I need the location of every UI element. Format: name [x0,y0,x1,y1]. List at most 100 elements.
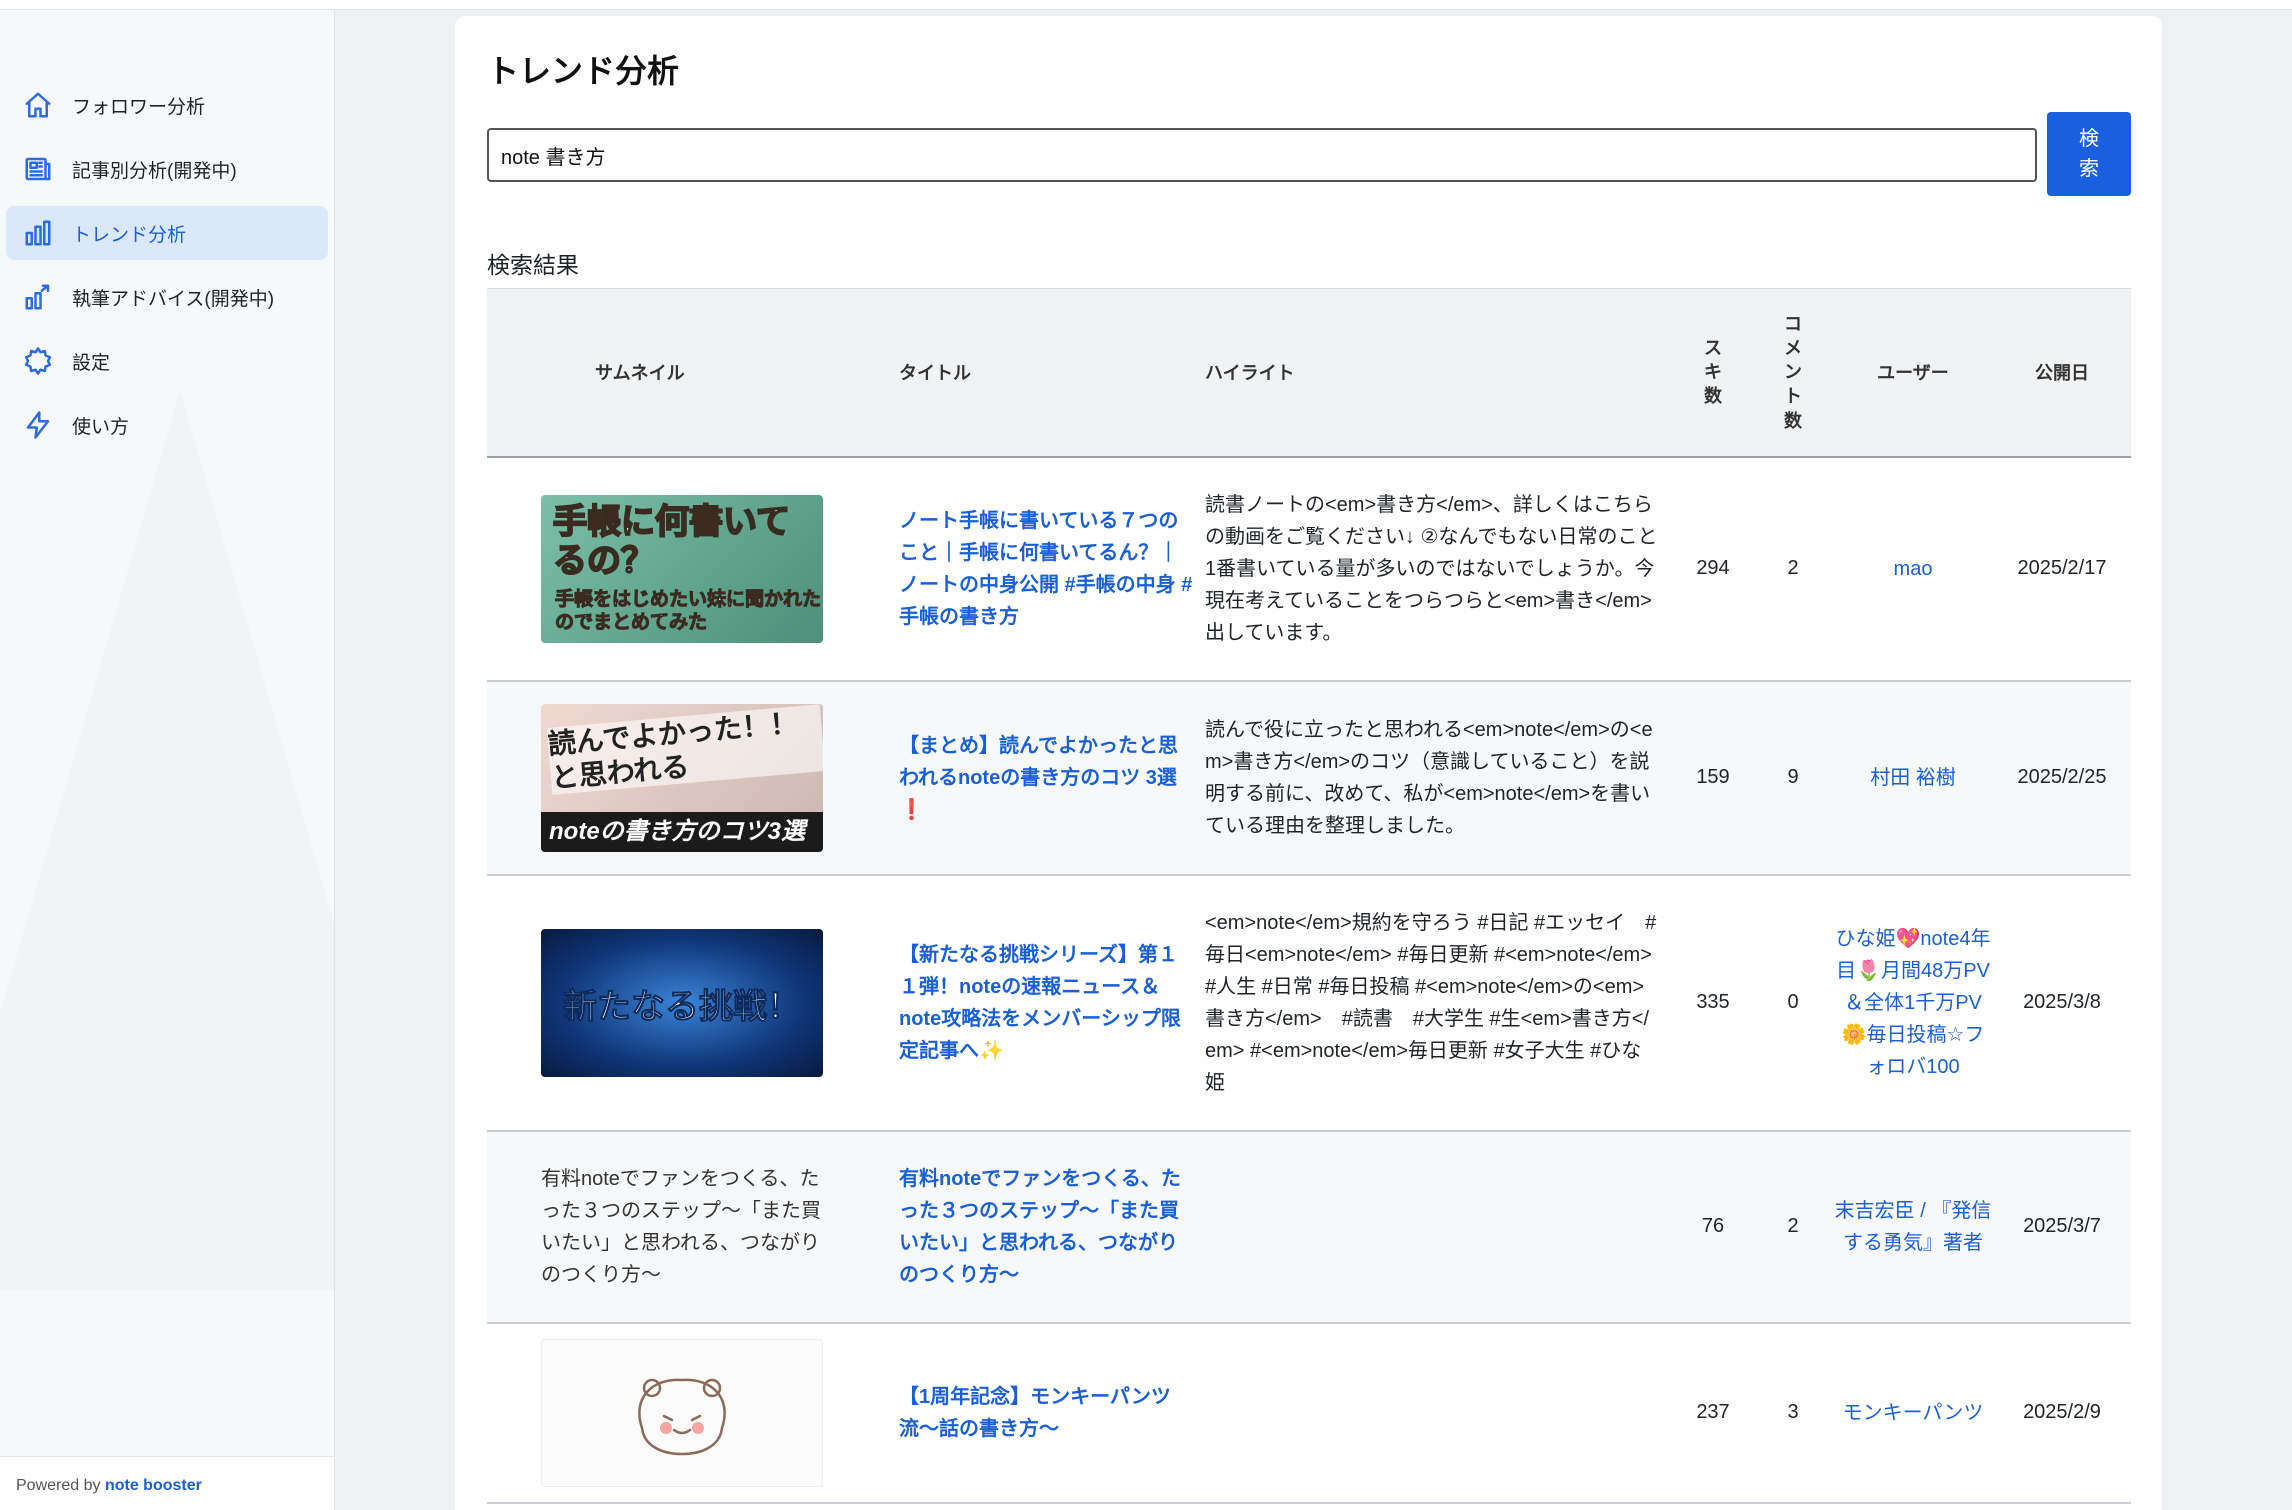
user-link[interactable]: モンキーパンツ [1843,1402,1984,1424]
user-cell: 末吉宏臣 / 『発信する勇気』著者 [1833,1130,1993,1324]
sidebar-item-writing-advice[interactable]: 執筆アドバイス(開発中) [6,270,328,324]
thumbnail-cell: 有料noteでファンをつくる、たった３つのステップ〜「また買いたい」と思われる、… [487,1130,899,1324]
header-suki: スキ数 [1673,288,1753,458]
header-highlight: ハイライト [1205,288,1673,458]
sidebar-item-trend-analysis[interactable]: トレンド分析 [6,206,328,260]
thumbnail-text: 手帳に何書いてるの？ [552,501,791,580]
thumbnail-image[interactable]: 読んでよかった！！と思われる noteの書き方のコツ3選 [541,703,823,852]
brand-link[interactable]: note booster [105,1477,202,1494]
header-date: 公開日 [1993,288,2131,458]
thumbnail-image[interactable] [541,1338,823,1487]
broken-image-alt[interactable]: 有料noteでファンをつくる、たった３つのステップ〜「また買いたい」と思われる、… [541,1163,823,1291]
suki-count: 159 [1673,680,1753,876]
monkey-illustration-icon [638,1378,726,1455]
table-row: 【1周年記念】モンキーパンツ流〜話の書き方〜 237 3 モンキーパンツ 202… [487,1322,2131,1504]
chart-growth-icon [22,281,54,313]
sidebar-item-label: 執筆アドバイス(開発中) [72,288,275,310]
sidebar-item-article-analysis[interactable]: 記事別分析(開発中) [6,142,328,196]
search-input[interactable] [487,128,2037,182]
highlight-cell [1205,1130,1673,1324]
highlight-text: 読んで役に立ったと思われる<em>note</em>の<em>書き方</em>の… [1205,718,1653,837]
title-cell: 【1周年記念】モンキーパンツ流〜話の書き方〜 [899,1322,1205,1504]
article-title-link[interactable]: ノート手帳に書いている７つのこと｜手帳に何書いてるん？｜ノートの中身公開 #手帳… [899,505,1195,633]
title-cell: 有料noteでファンをつくる、たった３つのステップ〜「また買いたい」と思われる、… [899,1130,1205,1324]
thumbnail-cell: 新たなる挑戦！ [487,874,899,1132]
publish-date: 2025/3/8 [1993,874,2131,1132]
sidebar-item-label: 使い方 [72,416,130,438]
page-title: トレンド分析 [487,53,680,89]
header-title: タイトル [899,288,1205,458]
user-cell: モンキーパンツ [1833,1322,1993,1504]
title-cell: ノート手帳に書いている７つのこと｜手帳に何書いてるん？｜ノートの中身公開 #手帳… [899,456,1205,682]
thumbnail-subtext: noteの書き方のコツ3選 [541,811,823,852]
user-cell: mao [1833,456,1993,682]
article-title-link[interactable]: 【まとめ】読んでよかったと思われるnoteの書き方のコツ 3選❗ [899,730,1195,826]
results-table-container: サムネイル タイトル ハイライト スキ数 コメント数 ユーザー 公開日 手帳に何… [487,288,2131,1504]
table-row: 有料noteでファンをつくる、たった３つのステップ〜「また買いたい」と思われる、… [487,1130,2131,1324]
results-heading: 検索結果 [487,252,579,278]
results-table: サムネイル タイトル ハイライト スキ数 コメント数 ユーザー 公開日 手帳に何… [487,288,2131,1504]
home-icon [22,89,54,121]
header-comments: コメント数 [1753,288,1833,458]
user-link[interactable]: ひな姫💖note4年目🌷月間48万PV＆全体1千万PV🌼毎日投稿☆フォロバ100 [1836,928,1991,1078]
thumbnail-cell: 読んでよかった！！と思われる noteの書き方のコツ3選 [487,680,899,876]
table-row: 手帳に何書いてるの？ 手帳をはじめたい妹に聞かれたのでまとめてみた ノート手帳に… [487,456,2131,682]
thumbnail-image[interactable]: 新たなる挑戦！ [541,928,823,1077]
suki-count: 237 [1673,1322,1753,1504]
user-link[interactable]: 末吉宏臣 / 『発信する勇気』著者 [1835,1200,1992,1254]
comment-count: 2 [1753,456,1833,682]
thumbnail-subtext: 手帳をはじめたい妹に聞かれたのでまとめてみた [555,588,822,633]
highlight-cell: 読んで役に立ったと思われる<em>note</em>の<em>書き方</em>の… [1205,680,1673,876]
article-title-link[interactable]: 【新たなる挑戦シリーズ】第１１弾！noteの速報ニュース＆note攻略法をメンバ… [899,939,1195,1067]
publish-date: 2025/2/9 [1993,1322,2131,1504]
highlight-text: 読書ノートの<em>書き方</em>、詳しくはこちらの動画をご覧ください↓ ②な… [1205,493,1658,644]
comment-count: 9 [1753,680,1833,876]
table-row: 新たなる挑戦！ 【新たなる挑戦シリーズ】第１１弾！noteの速報ニュース＆not… [487,874,2131,1132]
user-cell: 村田 裕樹 [1833,680,1993,876]
sidebar-item-label: 設定 [72,352,111,374]
header-thumbnail: サムネイル [487,288,899,458]
sidebar: フォロワー分析 記事別分析(開発中) トレンド分析 執筆アドバイス(開発中) 設… [0,10,335,1510]
sidebar-item-label: フォロワー分析 [72,96,206,118]
title-cell: 【新たなる挑戦シリーズ】第１１弾！noteの速報ニュース＆note攻略法をメンバ… [899,874,1205,1132]
publish-date: 2025/3/7 [1993,1130,2131,1324]
main-panel: トレンド分析 検索 検索結果 サムネイル タイトル ハイライト スキ数 コメント… [455,16,2162,1510]
lightning-icon [22,409,54,441]
highlight-text: <em>note</em>規約を守ろう #日記 #エッセイ #毎日<em>not… [1205,911,1657,1094]
bar-chart-icon [22,217,54,249]
user-cell: ひな姫💖note4年目🌷月間48万PV＆全体1千万PV🌼毎日投稿☆フォロバ100 [1833,874,1993,1132]
sidebar-item-label: トレンド分析 [72,224,187,246]
sidebar-item-how-to-use[interactable]: 使い方 [6,398,328,452]
sidebar-item-label: 記事別分析(開発中) [72,160,237,182]
publish-date: 2025/2/17 [1993,456,2131,682]
thumbnail-text: 読んでよかった！！と思われる [546,703,823,795]
comment-count: 3 [1753,1322,1833,1504]
user-link[interactable]: mao [1894,558,1933,580]
thumbnail-cell: 手帳に何書いてるの？ 手帳をはじめたい妹に聞かれたのでまとめてみた [487,456,899,682]
thumbnail-image[interactable]: 手帳に何書いてるの？ 手帳をはじめたい妹に聞かれたのでまとめてみた [541,494,823,643]
suki-count: 294 [1673,456,1753,682]
thumbnail-text: 新たなる挑戦！ [563,987,802,1026]
powered-by-footer: Powered by note booster [0,1456,334,1510]
thumbnail-cell [487,1322,899,1504]
header-user: ユーザー [1833,288,1993,458]
gear-icon [22,345,54,377]
top-bar [0,0,2292,10]
sidebar-decoration [0,390,334,1290]
suki-count: 335 [1673,874,1753,1132]
article-icon [22,153,54,185]
article-title-link[interactable]: 有料noteでファンをつくる、たった３つのステップ〜「また買いたい」と思われる、… [899,1163,1195,1291]
publish-date: 2025/2/25 [1993,680,2131,876]
sidebar-item-settings[interactable]: 設定 [6,334,328,388]
header-comments-label: コメント数 [1784,313,1802,431]
search-button[interactable]: 検索 [2047,112,2131,196]
suki-count: 76 [1673,1130,1753,1324]
user-link[interactable]: 村田 裕樹 [1870,767,1956,789]
title-cell: 【まとめ】読んでよかったと思われるnoteの書き方のコツ 3選❗ [899,680,1205,876]
article-title-link[interactable]: 【1周年記念】モンキーパンツ流〜話の書き方〜 [899,1381,1195,1445]
highlight-cell: 読書ノートの<em>書き方</em>、詳しくはこちらの動画をご覧ください↓ ②な… [1205,456,1673,682]
header-suki-label: スキ数 [1704,337,1722,407]
sidebar-item-follower-analysis[interactable]: フォロワー分析 [6,78,328,132]
table-header-row: サムネイル タイトル ハイライト スキ数 コメント数 ユーザー 公開日 [487,288,2131,458]
table-row: 読んでよかった！！と思われる noteの書き方のコツ3選 【まとめ】読んでよかっ… [487,680,2131,876]
